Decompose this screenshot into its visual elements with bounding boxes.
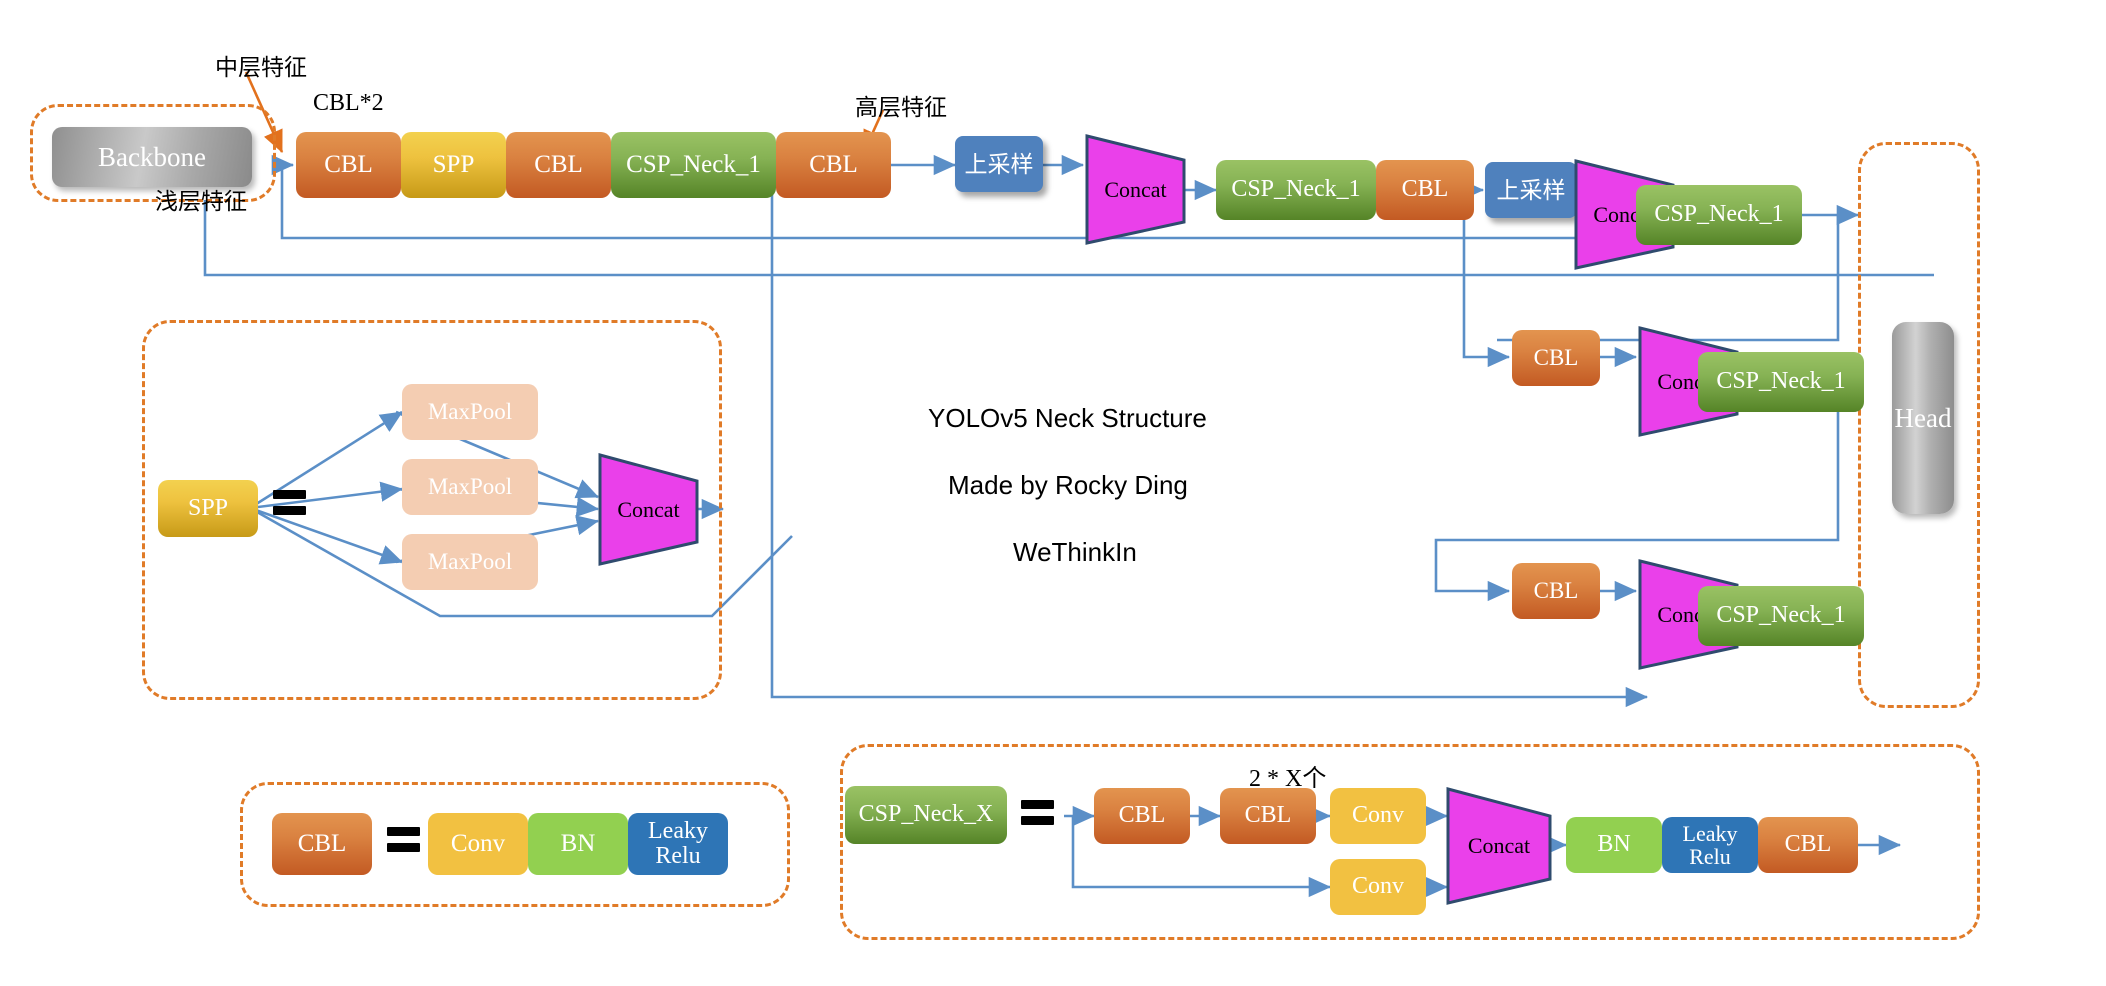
block-label: CBL (1244, 802, 1292, 829)
spp-maxpool-1[interactable]: MaxPool (402, 384, 538, 440)
block-label: CSP_Neck_1 (1231, 176, 1361, 203)
spp-legend-concat[interactable]: Concat (596, 452, 701, 567)
block-label: CSP_Neck_1 (626, 150, 761, 178)
block-label: MaxPool (427, 473, 513, 499)
block-label: 上采样 (964, 150, 1034, 177)
block-label: Leaky Relu (648, 817, 708, 869)
cbl-legend-bn[interactable]: BN (528, 813, 628, 875)
block-label: CBL (534, 150, 583, 178)
block-label: CBL (1118, 802, 1166, 829)
title-line-1: YOLOv5 Neck Structure (928, 403, 1207, 433)
block-label: CBL (809, 150, 858, 178)
fpn-csp-block-2[interactable]: CSP_Neck_1 (1636, 185, 1802, 245)
block-label: SPP (432, 150, 475, 178)
block-label: BN (1597, 831, 1631, 858)
block-label: CBL (1533, 577, 1579, 603)
cbl-legend-leaky-relu[interactable]: Leaky Relu (628, 813, 728, 875)
block-label: 上采样 (1496, 176, 1566, 203)
csp-legend-leaky-relu[interactable]: Leaky Relu (1662, 817, 1758, 873)
block-label: CBL (1401, 176, 1449, 203)
upsample-block-2[interactable]: 上采样 (1485, 162, 1577, 218)
mid-feature-label: 中层特征 (215, 54, 307, 80)
block-label: SPP (187, 494, 229, 521)
shallow-feature-label: 浅层特征 (155, 188, 247, 214)
pan-csp-bot[interactable]: CSP_Neck_1 (1698, 586, 1864, 646)
block-label: CBL (1784, 831, 1832, 858)
pan-cbl-mid[interactable]: CBL (1512, 330, 1600, 386)
title-line-3: WeThinkIn (1013, 537, 1137, 567)
main-block-csp-neck-1[interactable]: CSP_Neck_1 (611, 132, 776, 198)
pan-csp-mid[interactable]: CSP_Neck_1 (1698, 352, 1864, 412)
block-label: Conv (1351, 873, 1404, 900)
block-label: CSP_Neck_1 (1716, 368, 1846, 395)
backbone-label: Backbone (98, 141, 206, 172)
head-label: Head (1894, 402, 1952, 433)
main-block-spp[interactable]: SPP (401, 132, 506, 198)
block-label: Conv (1351, 802, 1404, 829)
csp-legend-bn[interactable]: BN (1566, 817, 1662, 873)
upsample-block-1[interactable]: 上采样 (955, 136, 1043, 192)
main-block-cbl-1[interactable]: CBL (296, 132, 401, 198)
block-label: MaxPool (427, 548, 513, 574)
csp-legend-conv-bottom[interactable]: Conv (1330, 859, 1426, 915)
csp-legend-cbl-tail[interactable]: CBL (1758, 817, 1858, 873)
spp-legend-source[interactable]: SPP (158, 480, 258, 537)
block-label: CBL (297, 829, 347, 857)
block-label: CSP_Neck_X (858, 801, 994, 828)
high-feature-label: 高层特征 (855, 94, 947, 120)
equals-sign-spp (273, 490, 306, 515)
cbl-legend-conv[interactable]: Conv (428, 813, 528, 875)
block-label: BN (560, 829, 596, 857)
block-label: CSP_Neck_1 (1716, 602, 1846, 629)
fpn-cbl-block-1[interactable]: CBL (1376, 160, 1474, 220)
cbl-times-2-label: CBL*2 (313, 90, 384, 116)
equals-sign-cbl (387, 827, 420, 852)
block-label: Concat (1467, 833, 1531, 858)
block-label: Concat (1104, 176, 1167, 202)
title-line-2: Made by Rocky Ding (948, 470, 1188, 500)
csp-legend-cbl-2[interactable]: CBL (1220, 788, 1316, 844)
block-label: MaxPool (427, 398, 513, 424)
diagram-canvas: Backbone 中层特征 浅层特征 CBL*2 高层特征 CBL SPP CB… (0, 0, 2106, 986)
main-block-cbl-3[interactable]: CBL (776, 132, 891, 198)
head-block[interactable]: Head (1892, 322, 1954, 514)
csp-legend-concat[interactable]: Concat (1444, 786, 1554, 906)
pan-cbl-bot[interactable]: CBL (1512, 563, 1600, 619)
block-label: Concat (617, 496, 680, 522)
cbl-legend-source[interactable]: CBL (272, 813, 372, 875)
fpn-csp-block-1[interactable]: CSP_Neck_1 (1216, 160, 1376, 220)
spp-maxpool-2[interactable]: MaxPool (402, 459, 538, 515)
equals-sign-csp (1021, 800, 1054, 825)
csp-legend-conv-top[interactable]: Conv (1330, 788, 1426, 844)
spp-maxpool-3[interactable]: MaxPool (402, 534, 538, 590)
concat-block-1[interactable]: Concat (1083, 133, 1188, 246)
block-label: CBL (1533, 344, 1579, 370)
csp-legend-source[interactable]: CSP_Neck_X (845, 786, 1007, 844)
block-label: CSP_Neck_1 (1654, 201, 1784, 228)
main-block-cbl-2[interactable]: CBL (506, 132, 611, 198)
backbone-block[interactable]: Backbone (52, 127, 252, 187)
csp-legend-cbl-1[interactable]: CBL (1094, 788, 1190, 844)
block-label: Leaky Relu (1682, 820, 1738, 869)
block-label: Conv (450, 829, 506, 857)
block-label: CBL (324, 150, 373, 178)
